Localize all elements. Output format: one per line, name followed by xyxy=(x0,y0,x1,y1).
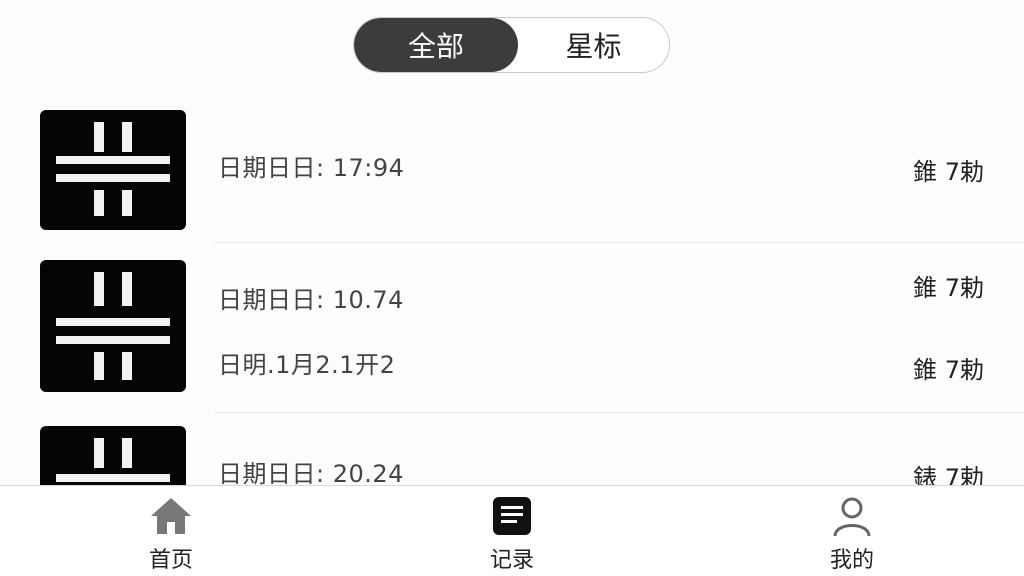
tab-profile-label: 我的 xyxy=(829,548,874,573)
divider xyxy=(215,242,1024,243)
record-date-label: 日期日日: 20.24 xyxy=(218,460,404,485)
tab-home[interactable]: 首页 xyxy=(111,494,231,574)
record-thumbnail xyxy=(40,110,186,230)
tab-profile[interactable]: 我的 xyxy=(792,494,912,574)
record-value: 錐 7勅 xyxy=(913,158,984,186)
bottom-tab-bar: 首页 记录 我的 xyxy=(0,485,1024,576)
record-sub-value: 錐 7勅 xyxy=(913,356,984,384)
record-thumbnail xyxy=(40,260,186,392)
tab-records[interactable]: 记录 xyxy=(452,494,572,574)
record-sub-label: 日明.1月2.1开2 xyxy=(218,351,396,379)
record-date-label: 日期日日: 10.74 xyxy=(218,286,404,314)
list-item[interactable]: 日期日日: 17:94 錐 7勅 xyxy=(0,110,1024,242)
filter-segmented-control: 全部 星标 xyxy=(353,17,670,73)
record-list: 日期日日: 17:94 錐 7勅 日期日日: 10.74 錐 7勅 日明.1月2… xyxy=(0,100,1024,485)
user-icon xyxy=(830,494,874,538)
record-icon xyxy=(490,494,534,538)
record-value: 錶 7勅 xyxy=(913,464,984,485)
home-icon xyxy=(149,494,193,538)
segment-starred-button[interactable]: 星标 xyxy=(518,18,669,72)
record-value: 錐 7勅 xyxy=(913,274,984,302)
record-date-label: 日期日日: 17:94 xyxy=(218,154,405,182)
list-item[interactable]: 日期日日: 20.24 錶 7勅 xyxy=(0,426,1024,485)
tab-records-label: 记录 xyxy=(489,548,534,573)
list-item[interactable]: 日期日日: 10.74 錐 7勅 日明.1月2.1开2 錐 7勅 xyxy=(0,260,1024,410)
segment-all-button[interactable]: 全部 xyxy=(354,18,518,72)
app-screen: 全部 星标 日期日日: 17:94 錐 7勅 日期日日: 10.74 錐 7勅 … xyxy=(0,0,1024,576)
tab-home-label: 首页 xyxy=(148,548,193,573)
divider xyxy=(215,412,1024,413)
record-thumbnail xyxy=(40,426,186,485)
